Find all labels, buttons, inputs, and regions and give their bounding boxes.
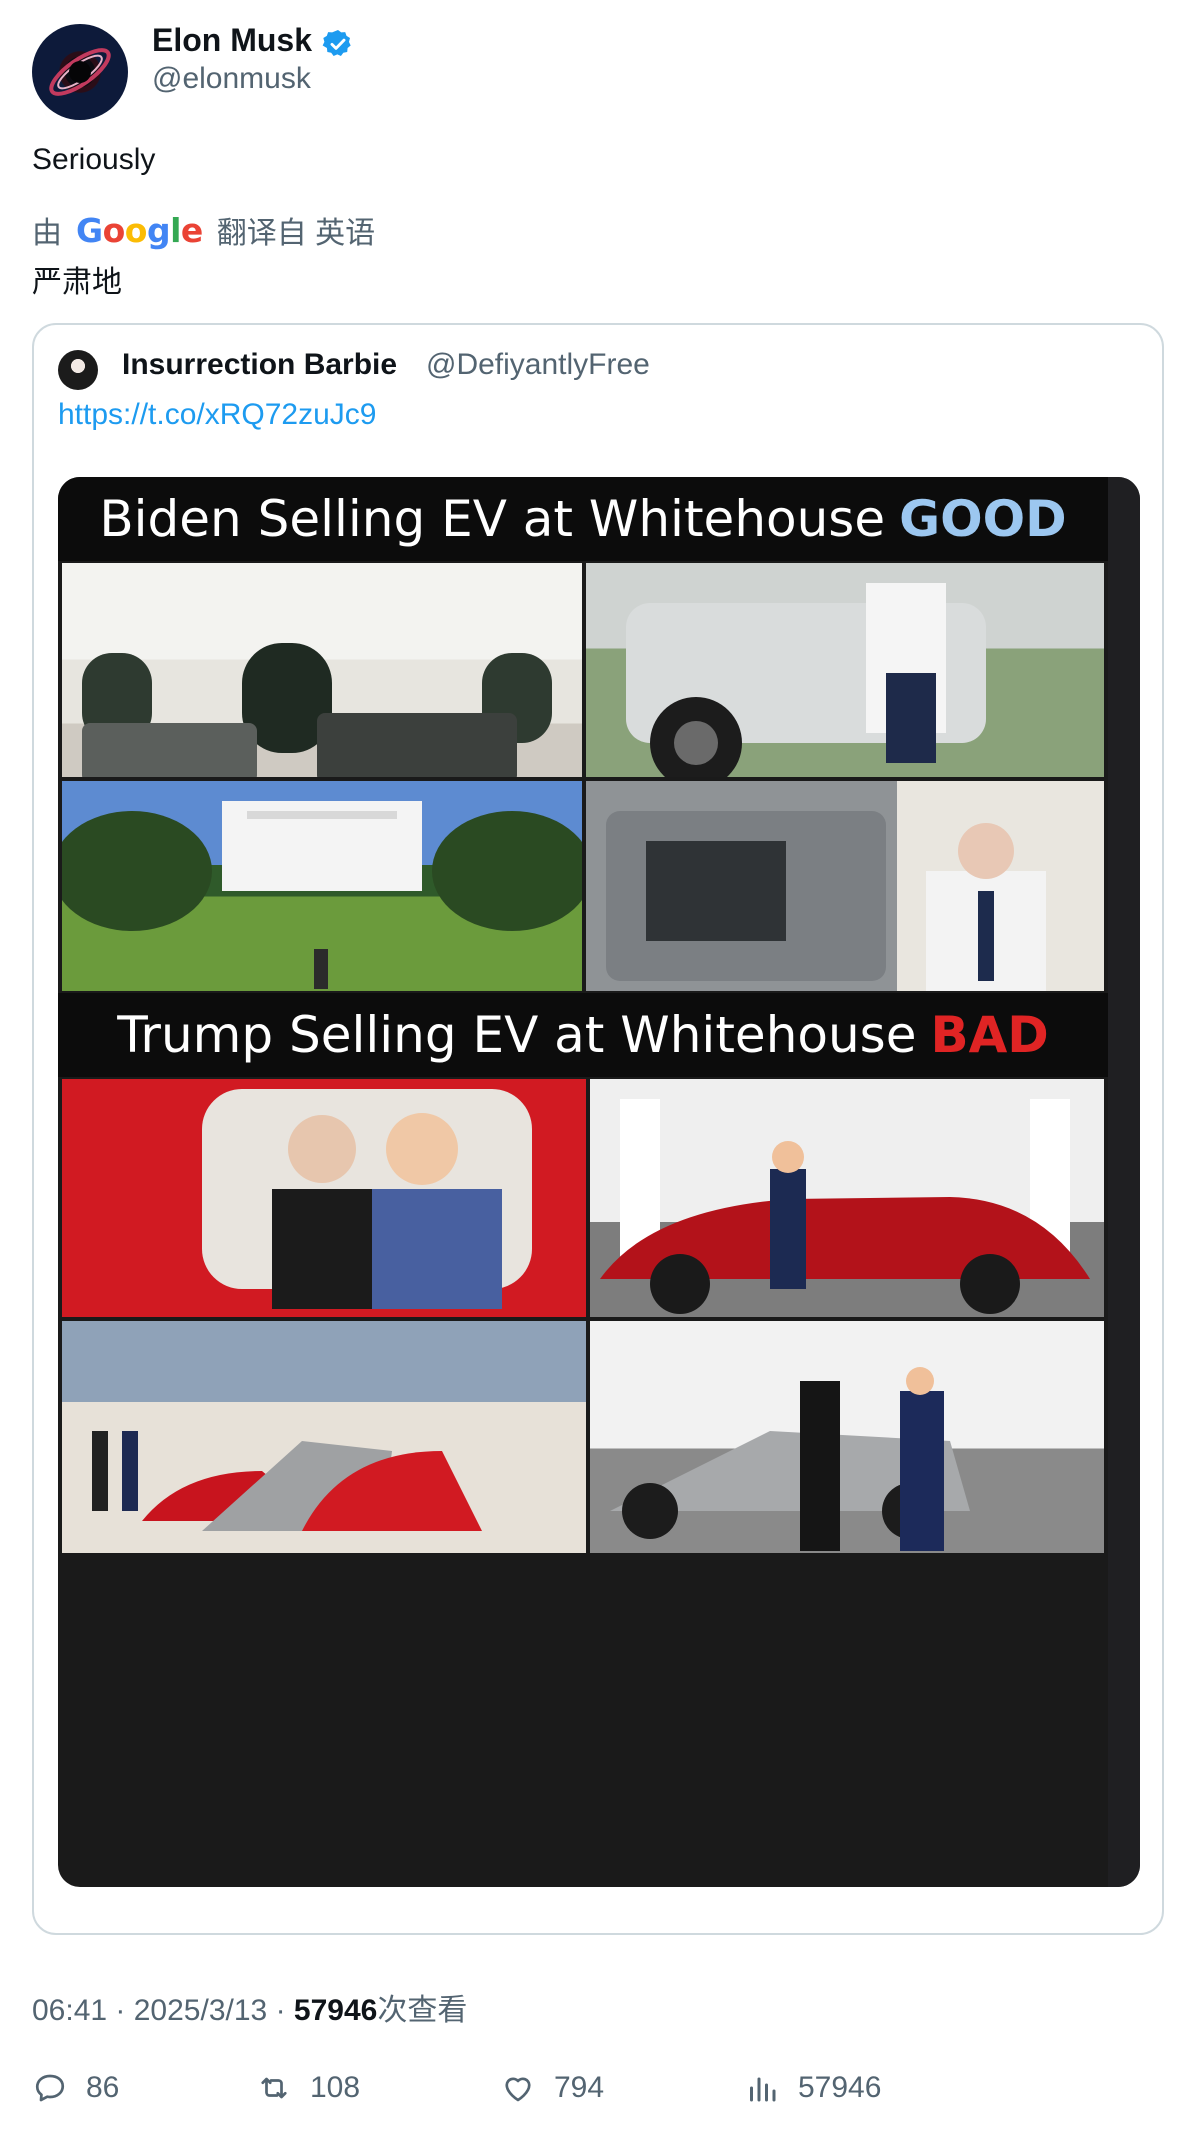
banner-trump: Trump Selling EV at Whitehouse BAD	[58, 993, 1108, 1077]
analytics-bar-icon	[750, 2077, 776, 2102]
verified-badge-icon	[322, 28, 354, 60]
quote-author-avatar[interactable]	[58, 350, 98, 390]
banner-trump-text: Trump Selling EV at Whitehouse	[117, 1006, 917, 1064]
reply-count: 86	[86, 2071, 120, 2104]
photo-trump-cybertruck	[590, 1321, 1104, 1553]
tweet-date[interactable]: 2025/3/13	[134, 1994, 267, 2027]
photo-tesla-lineup	[62, 1321, 586, 1553]
translation-attribution[interactable]: 由 Google 翻译自 英语	[32, 208, 375, 252]
photo-biden-rubicon	[586, 563, 1104, 777]
reply-icon	[35, 2074, 65, 2102]
media-edge-strip	[1108, 477, 1140, 1887]
banner-trump-highlight: BAD	[930, 1006, 1049, 1064]
retweet-count: 108	[310, 2071, 361, 2104]
like-button[interactable]: 794	[500, 2070, 604, 2106]
translate-suffix: 翻译自 英语	[216, 217, 376, 250]
photo-trump-tesla-interior	[62, 1079, 586, 1317]
tweet-meta: 06:41 · 2025/3/13 · 57946次查看	[32, 1994, 468, 2027]
photo-trump-red-tesla	[590, 1079, 1104, 1317]
author-name[interactable]: Elon Musk	[152, 22, 312, 59]
banner-biden-highlight: GOOD	[899, 490, 1067, 548]
quote-media-image[interactable]: Biden Selling EV at Whitehouse GOOD Trum…	[58, 477, 1140, 1887]
views-button[interactable]: 57946	[744, 2070, 881, 2106]
quote-link[interactable]: https://t.co/xRQ72zuJc9	[58, 398, 376, 432]
google-logo: Google	[76, 210, 203, 250]
banner-biden: Biden Selling EV at Whitehouse GOOD	[58, 477, 1108, 561]
retweet-icon	[261, 2077, 287, 2099]
like-count: 794	[554, 2071, 605, 2104]
banner-biden-text: Biden Selling EV at Whitehouse	[99, 490, 886, 548]
reply-button[interactable]: 86	[32, 2070, 119, 2106]
tweet-text: Seriously	[32, 143, 156, 176]
author-avatar[interactable]	[32, 24, 128, 120]
photo-white-house-lawn	[62, 781, 582, 991]
photo-white-house-jeeps	[62, 563, 582, 777]
views-count: 57946	[293, 1994, 378, 2027]
retweet-button[interactable]: 108	[256, 2070, 360, 2106]
quote-author-name[interactable]: Insurrection Barbie	[122, 348, 397, 382]
translate-prefix: 由	[32, 217, 62, 250]
photo-biden-truck-door	[586, 781, 1104, 991]
author-handle[interactable]: @elonmusk	[152, 62, 311, 96]
translated-text: 严肃地	[32, 266, 122, 299]
views-action-count: 57946	[798, 2071, 882, 2104]
heart-icon	[505, 2077, 531, 2102]
tweet-time[interactable]: 06:41	[32, 1994, 107, 2027]
quote-author-handle[interactable]: @DefiyantlyFree	[426, 348, 650, 382]
views-label: 次查看	[377, 1994, 468, 2027]
